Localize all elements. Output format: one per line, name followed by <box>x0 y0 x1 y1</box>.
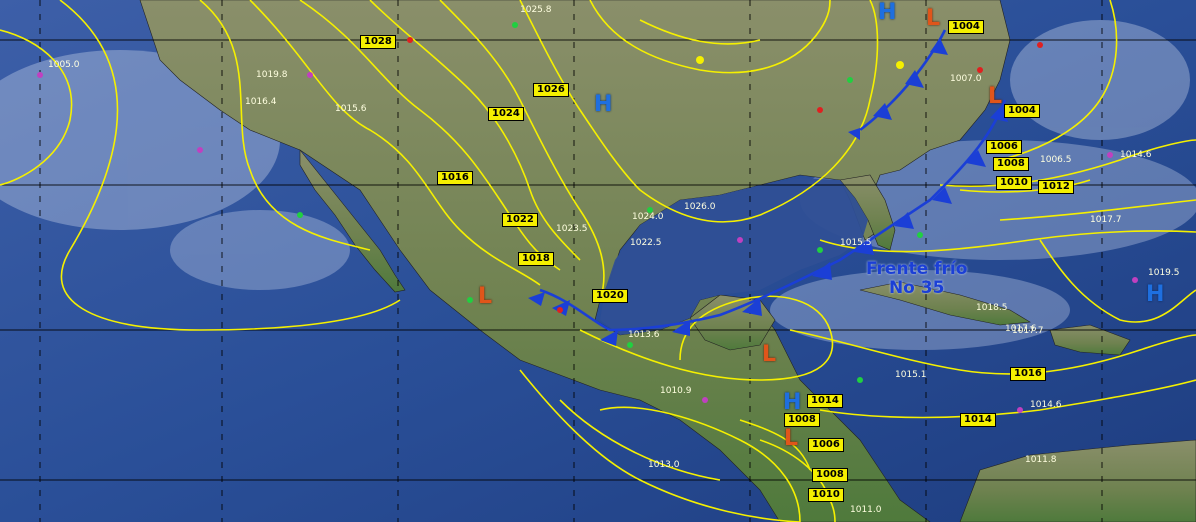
isobar-label: 1008 <box>993 157 1029 171</box>
station-reading: 1017.7 <box>1090 215 1122 225</box>
station-reading: 1011.8 <box>1025 455 1057 465</box>
station-reading: 1026.0 <box>684 202 716 212</box>
front-name-line2: No 35 <box>888 278 945 298</box>
station-reading: 1023.5 <box>556 224 588 234</box>
weather-map[interactable]: 1028 1026 1024 1022 1020 1018 1016 1014 … <box>0 0 1196 522</box>
station-reading: 1017.7 <box>1012 326 1044 336</box>
station-reading: 1019.5 <box>1148 268 1180 278</box>
station-reading: 1011.0 <box>850 505 882 515</box>
station-reading: 1018.5 <box>976 303 1008 313</box>
isobar-label: 1008 <box>812 468 848 482</box>
low-pressure-center: L <box>926 6 941 31</box>
station-reading: 1015.5 <box>840 238 872 248</box>
station-reading: 1007.0 <box>950 74 982 84</box>
high-pressure-center: H <box>1146 282 1165 307</box>
station-reading: 1014.6 <box>1030 400 1062 410</box>
station-reading: 1025.8 <box>520 5 552 15</box>
station-reading: 1015.6 <box>335 104 367 114</box>
station-reading: 1013.6 <box>628 330 660 340</box>
isobar-label: 1014 <box>960 413 996 427</box>
station-reading: 1013.0 <box>648 460 680 470</box>
isobar-label: 1006 <box>986 140 1022 154</box>
isobar-label: 1006 <box>808 438 844 452</box>
station-reading: 1014.6 <box>1120 150 1152 160</box>
cold-front-label: Frente frío No 35 <box>866 260 967 298</box>
isobar-label: 1012 <box>1038 180 1074 194</box>
station-reading: 1019.8 <box>256 70 288 80</box>
isobar-label: 1026 <box>533 83 569 97</box>
isobar-label: 1008 <box>784 413 820 427</box>
isobar-label: 1020 <box>592 289 628 303</box>
station-reading: 1006.5 <box>1040 155 1072 165</box>
station-reading: 1022.5 <box>630 238 662 248</box>
isobar-label: 1014 <box>807 394 843 408</box>
station-reading: 1024.0 <box>632 212 664 222</box>
station-reading: 1016.4 <box>245 97 277 107</box>
station-reading: 1010.9 <box>660 386 692 396</box>
isobar-label: 1018 <box>518 252 554 266</box>
isobar-label: 1024 <box>488 107 524 121</box>
low-pressure-center: L <box>784 426 799 451</box>
map-canvas <box>0 0 1196 522</box>
low-pressure-center: L <box>988 84 1003 109</box>
isobar-label: 1010 <box>996 176 1032 190</box>
low-pressure-center: L <box>762 342 777 367</box>
isobar-label: 1016 <box>1010 367 1046 381</box>
isobar-label: 1010 <box>808 488 844 502</box>
station-reading: 1015.1 <box>895 370 927 380</box>
high-pressure-center: H <box>594 92 613 117</box>
isobar-label: 1022 <box>502 213 538 227</box>
isobar-label: 1004 <box>948 20 984 34</box>
front-name-line1: Frente frío <box>866 259 968 279</box>
isobar-label: 1016 <box>437 171 473 185</box>
isobar-label: 1004 <box>1004 104 1040 118</box>
isobar-label: 1028 <box>360 35 396 49</box>
high-pressure-center: H <box>878 0 897 25</box>
station-reading: 1005.0 <box>48 60 80 70</box>
high-pressure-center: H <box>783 390 802 415</box>
low-pressure-center: L <box>478 284 493 309</box>
